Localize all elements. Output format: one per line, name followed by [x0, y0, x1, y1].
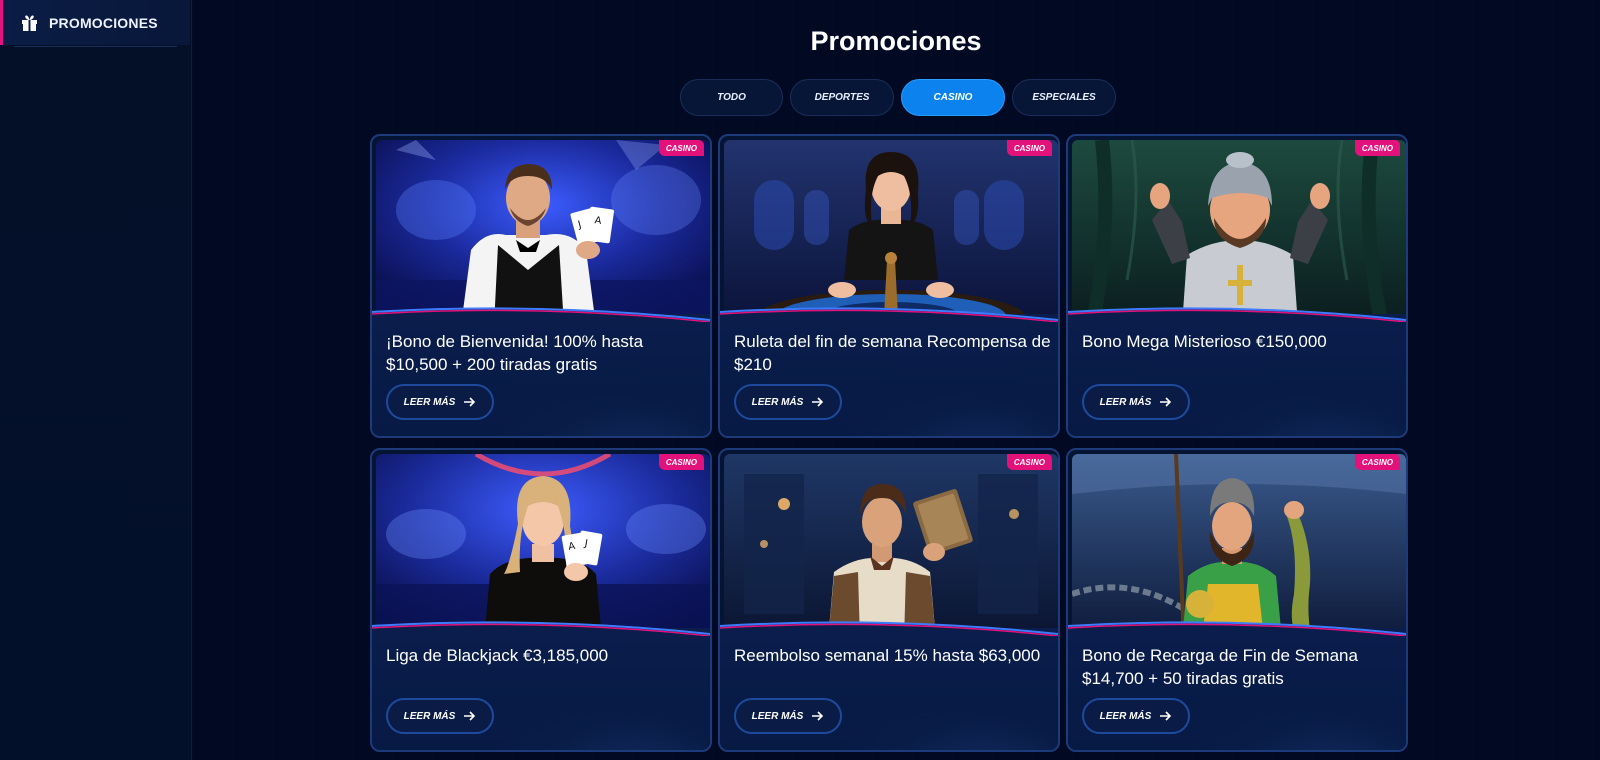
sidebar: PROMOCIONES [0, 0, 192, 760]
arrow-right-icon [464, 711, 476, 721]
sidebar-item-label: PROMOCIONES [49, 14, 158, 31]
tab-especiales[interactable]: ESPECIALES [1012, 79, 1116, 116]
arrow-right-icon [464, 397, 476, 407]
tab-deportes[interactable]: DEPORTES [790, 79, 894, 116]
card-divider [720, 307, 1058, 322]
promo-title: Reembolso semanal 15% hasta $63,000 [734, 646, 1041, 665]
promo-title: Bono de Recarga de Fin de Semana $14,700… [1082, 646, 1358, 688]
gift-icon [21, 14, 38, 31]
read-more-button[interactable]: LEER MÁS [1082, 698, 1190, 734]
category-badge: CASINO [658, 140, 704, 156]
read-more-button[interactable]: LEER MÁS [734, 384, 842, 420]
read-more-label: LEER MÁS [1099, 710, 1152, 722]
promo-card[interactable]: CASINO Reembolso semanal 15% hasta $63,0… [718, 448, 1060, 752]
read-more-label: LEER MÁS [751, 396, 804, 408]
promo-image-knight [1072, 140, 1406, 326]
promo-title: Liga de Blackjack €3,185,000 [386, 646, 609, 665]
promo-title: Bono Mega Misterioso €150,000 [1082, 332, 1327, 351]
tab-todo[interactable]: TODO [680, 79, 783, 116]
category-badge: CASINO [1354, 140, 1400, 156]
promo-title: Ruleta del fin de semana Recompensa de $… [734, 332, 1051, 374]
read-more-label: LEER MÁS [751, 710, 804, 722]
promo-image-roulette-dealer [724, 140, 1058, 326]
read-more-button[interactable]: LEER MÁS [734, 698, 842, 734]
promo-card[interactable]: CASINO Ruleta del fin de semana Recompen… [718, 134, 1060, 438]
arrow-right-icon [812, 711, 824, 721]
promo-card[interactable]: CASINO Bono de Recarga de Fin de Semana … [1066, 448, 1408, 752]
promo-card[interactable]: J A CASINO ¡Bono de Bienvenida! 100% has… [370, 134, 712, 438]
read-more-button[interactable]: LEER MÁS [386, 698, 494, 734]
card-divider [1068, 307, 1406, 322]
tab-casino[interactable]: CASINO [901, 79, 1005, 116]
read-more-label: LEER MÁS [403, 710, 456, 722]
category-badge: CASINO [1006, 140, 1052, 156]
card-divider [1068, 621, 1406, 636]
arrow-right-icon [1160, 397, 1172, 407]
page-title: Promociones [810, 26, 982, 56]
card-divider [720, 621, 1058, 636]
arrow-right-icon [812, 397, 824, 407]
promo-image-male-dealer: J A [376, 140, 710, 326]
arrow-right-icon [1160, 711, 1172, 721]
read-more-label: LEER MÁS [403, 396, 456, 408]
promo-image-female-dealer: A J [376, 454, 710, 640]
promo-title: ¡Bono de Bienvenida! 100% hasta $10,500 … [386, 332, 644, 374]
read-more-button[interactable]: LEER MÁS [386, 384, 494, 420]
promo-filter-tabs: TODO DEPORTES CASINO ESPECIALES [680, 79, 1116, 116]
read-more-button[interactable]: LEER MÁS [1082, 384, 1190, 420]
promo-card[interactable]: CASINO Bono Mega Misterioso €150,000 LEE… [1066, 134, 1408, 438]
promo-card[interactable]: A J CASINO Liga de Blackjack €3,185,000 … [370, 448, 712, 752]
sidebar-item-promociones[interactable]: PROMOCIONES [0, 0, 190, 45]
card-divider [372, 621, 710, 636]
card-divider [372, 307, 710, 322]
promo-image-fisherman [1072, 454, 1406, 640]
category-badge: CASINO [658, 454, 704, 470]
sidebar-divider [14, 46, 177, 47]
category-badge: CASINO [1354, 454, 1400, 470]
promo-image-explorer [724, 454, 1058, 640]
read-more-label: LEER MÁS [1099, 396, 1152, 408]
main-content: Promociones TODO DEPORTES CASINO ESPECIA… [192, 0, 1600, 760]
category-badge: CASINO [1006, 454, 1052, 470]
